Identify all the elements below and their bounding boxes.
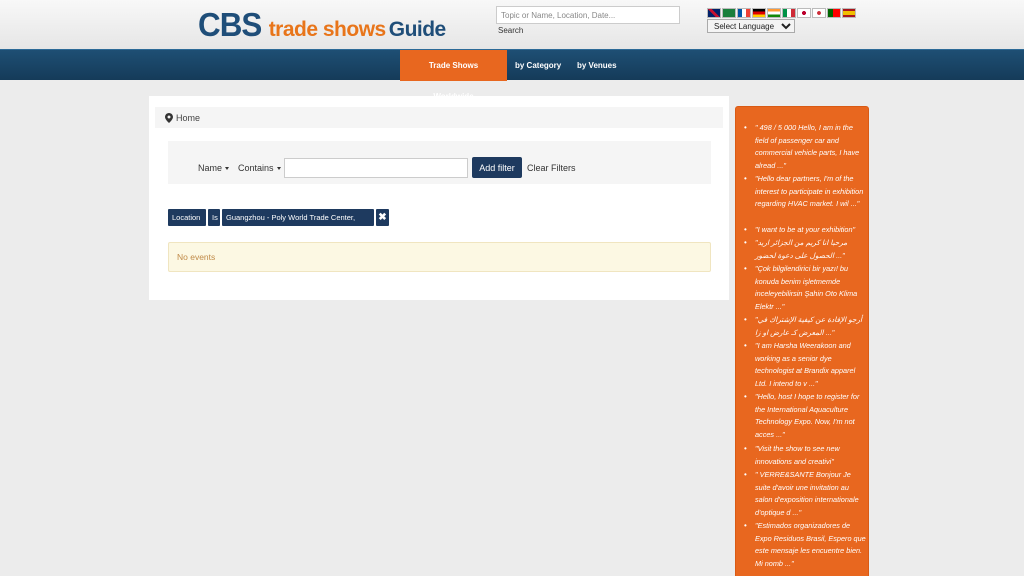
operator-dropdown-label: Contains (238, 163, 274, 173)
flag-uk-icon[interactable] (707, 8, 721, 18)
bullet-icon: • (744, 238, 747, 247)
testimonial-item[interactable]: • "Hello, host I hope to register for the… (744, 391, 866, 441)
filter-chip-value: Guangzhou - Poly World Trade Center, Chi… (222, 209, 374, 239)
flag-arabic-icon[interactable] (722, 8, 736, 18)
filter-value-input[interactable] (284, 158, 468, 178)
clear-filters-button[interactable]: Clear Filters (527, 163, 576, 173)
testimonial-item[interactable]: • "أرجو الإفادة عن كيفية الإشتراك في المع… (744, 314, 866, 339)
flag-spain-icon[interactable] (842, 8, 856, 18)
nav-by-venues[interactable]: by Venues (569, 50, 625, 81)
testimonial-item[interactable]: • " VERRE&SANTE Bonjour Je suite d'avoir … (744, 469, 866, 519)
flag-india-icon[interactable] (767, 8, 781, 18)
caret-down-icon (276, 166, 281, 170)
bullet-icon: • (744, 123, 747, 132)
flag-portugal-icon[interactable] (827, 8, 841, 18)
testimonial-item[interactable]: • "I want to be at your exhibition" (744, 224, 866, 237)
nav-by-category[interactable]: by Category (507, 50, 569, 81)
main-nav: Trade Shows Worldwide by Category by Ven… (0, 49, 1024, 101)
remove-filter-icon[interactable]: ✖ (376, 209, 389, 226)
nav-trade-shows-worldwide[interactable]: Trade Shows Worldwide (400, 50, 507, 101)
testimonial-item[interactable]: • "Çok bilgilendirici bir yazı! bu konuda… (744, 263, 866, 313)
flag-france-icon[interactable] (737, 8, 751, 18)
testimonial-item[interactable]: • "مرحبا انا كريم من الجزائر اريد الحصول … (744, 237, 866, 262)
flag-japan-icon[interactable] (797, 8, 811, 18)
bullet-icon: • (744, 521, 747, 530)
logo-cbs: CBS (198, 6, 262, 43)
bullet-icon: • (744, 470, 747, 479)
search-input[interactable] (496, 6, 680, 24)
bullet-icon: • (744, 315, 747, 324)
filter-chip-operator: Is (208, 209, 220, 226)
map-pin-icon (165, 112, 173, 123)
bullet-icon: • (744, 341, 747, 350)
no-events-alert: No events (168, 242, 711, 272)
logo-guide: Guide (388, 18, 447, 41)
logo-trade-shows: trade shows (268, 18, 387, 41)
testimonial-item[interactable]: • "I am Harsha Weerakoon and working as a… (744, 340, 866, 390)
bullet-icon: • (744, 264, 747, 273)
testimonial-item[interactable]: • " 498 / 5 000 Hello, I am in the field … (744, 122, 866, 172)
site-header: CBS trade shows Guide Search Select Lang… (0, 0, 1024, 49)
language-select[interactable]: Select Language (707, 19, 795, 33)
field-dropdown-label: Name (198, 163, 223, 173)
flag-korea-icon[interactable] (812, 8, 826, 18)
add-filter-button[interactable]: Add filter (472, 157, 522, 178)
testimonials-sidebar: • " 498 / 5 000 Hello, I am in the field … (735, 106, 869, 576)
filter-chip-field: Location (168, 209, 206, 226)
bullet-icon: • (744, 392, 747, 401)
breadcrumb: Home (155, 107, 723, 128)
bullet-icon: • (744, 174, 747, 183)
flag-italy-icon[interactable] (782, 8, 796, 18)
site-logo[interactable]: CBS trade shows Guide (198, 6, 447, 43)
operator-dropdown[interactable]: Contains (238, 163, 281, 173)
breadcrumb-home[interactable]: Home (176, 113, 200, 123)
page-background (873, 80, 1024, 576)
flag-germany-icon[interactable] (752, 8, 766, 18)
field-dropdown[interactable]: Name (198, 163, 230, 173)
search-button[interactable]: Search (498, 26, 523, 35)
testimonial-item[interactable]: • "Hello dear partners, I'm of the intere… (744, 173, 866, 211)
caret-down-icon (225, 166, 230, 170)
testimonial-item[interactable]: • "Estimados organizadores de Expo Residu… (744, 520, 866, 570)
language-flags (707, 8, 856, 18)
bullet-icon: • (744, 225, 747, 234)
testimonial-item[interactable]: • "Visit the show to see new innovations … (744, 443, 866, 468)
bullet-icon: • (744, 444, 747, 453)
